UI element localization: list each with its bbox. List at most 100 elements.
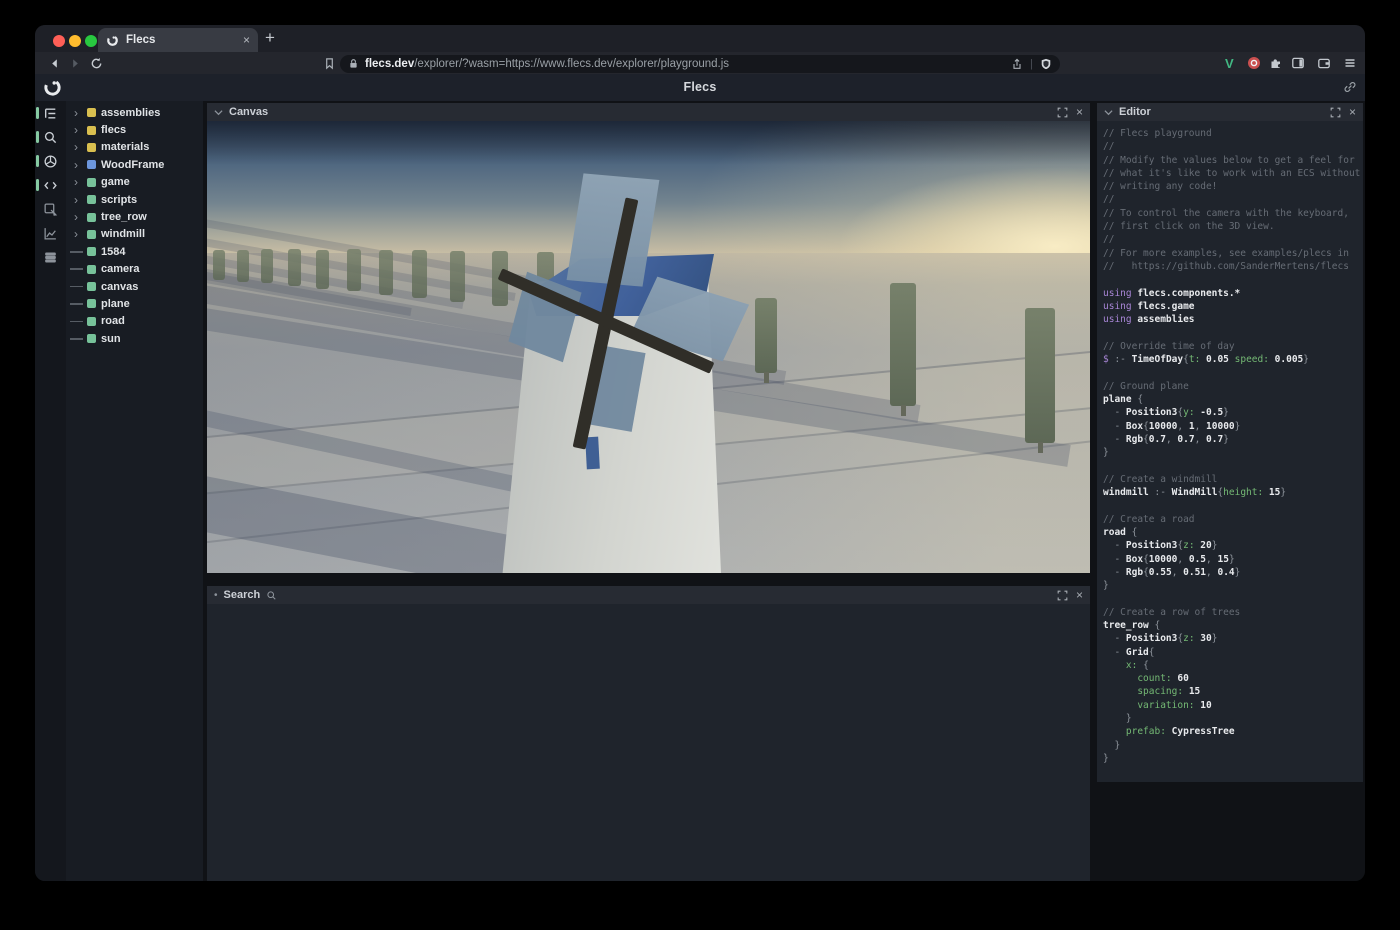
entity-color-swatch: [87, 265, 96, 274]
tree-item-label: scripts: [101, 194, 137, 206]
forward-icon[interactable]: [69, 57, 82, 70]
cypress-tree: [347, 249, 361, 291]
bookmark-sidebar-icon[interactable]: [323, 57, 336, 70]
entity-color-swatch: [87, 195, 96, 204]
vue-devtools-icon[interactable]: V: [1225, 56, 1234, 71]
tree-item-label: materials: [101, 141, 149, 153]
close-icon[interactable]: ×: [1076, 589, 1083, 601]
tree-item-WoodFrame[interactable]: ›WoodFrame: [66, 156, 203, 173]
active-indicator: [36, 155, 39, 167]
tree-item-road[interactable]: road: [66, 313, 203, 330]
url-text: flecs.dev/explorer/?wasm=https://www.fle…: [365, 58, 729, 70]
expand-chevron-icon[interactable]: ›: [70, 212, 82, 222]
close-window-button[interactable]: [53, 35, 65, 47]
urlbar-separator: |: [1030, 58, 1033, 70]
tree-item-scripts[interactable]: › scripts: [66, 191, 203, 208]
side-panel-icon[interactable]: [1291, 56, 1305, 70]
expand-chevron-icon[interactable]: ›: [70, 125, 82, 135]
chevron-down-icon[interactable]: [1104, 109, 1113, 116]
tree-item-tree_row[interactable]: ›tree_row: [66, 208, 203, 225]
tree-item-sun[interactable]: sun: [66, 330, 203, 347]
expand-chevron-icon[interactable]: ›: [70, 160, 82, 170]
tree-item-flecs[interactable]: › flecs: [66, 121, 203, 138]
tree-item-materials[interactable]: › materials: [66, 139, 203, 156]
tree-item-label: road: [101, 315, 125, 327]
cypress-tree: [288, 249, 301, 286]
cypress-tree: [213, 250, 225, 280]
tree-item-label: windmill: [101, 228, 145, 240]
search-panel-header[interactable]: • Search ×: [207, 586, 1090, 604]
expand-icon[interactable]: [1057, 107, 1068, 118]
tab-title: Flecs: [126, 34, 236, 46]
brave-shield-icon[interactable]: [1040, 58, 1052, 70]
scene-tool-icon[interactable]: [35, 149, 66, 173]
search-panel-body[interactable]: [207, 604, 1090, 881]
editor-panel-title: Editor: [1119, 106, 1151, 118]
expand-chevron-icon[interactable]: ›: [70, 177, 82, 187]
entity-color-swatch: [87, 108, 96, 117]
cypress-tree: [237, 250, 249, 282]
extensions-puzzle-icon[interactable]: [1269, 56, 1283, 70]
cypress-tree: [316, 250, 329, 289]
tree-item-windmill[interactable]: › windmill: [66, 226, 203, 243]
canvas-3d-view[interactable]: [207, 121, 1090, 573]
wallet-icon[interactable]: [1317, 56, 1331, 70]
tree-item-assemblies[interactable]: ›assemblies: [66, 104, 203, 121]
zoom-window-button[interactable]: [85, 35, 97, 47]
entity-color-swatch: [87, 230, 96, 239]
windmill-door: [585, 437, 600, 470]
search-panel-title: Search: [224, 589, 261, 601]
minimize-window-button[interactable]: [69, 35, 81, 47]
editor-panel-header[interactable]: Editor ×: [1097, 103, 1363, 121]
tree-item-camera[interactable]: camera: [66, 261, 203, 278]
expand-icon[interactable]: [1330, 107, 1341, 118]
cypress-tree: [1025, 308, 1055, 443]
close-icon[interactable]: ×: [1076, 106, 1083, 118]
entity-tree: ›assemblies›flecs›materials›WoodFrame›ga…: [66, 101, 203, 881]
expand-chevron-icon[interactable]: ›: [70, 229, 82, 239]
code-tool-icon[interactable]: [35, 173, 66, 197]
expand-chevron-icon[interactable]: ›: [70, 195, 82, 205]
browser-tab[interactable]: Flecs ×: [98, 28, 258, 52]
expand-icon[interactable]: [1057, 590, 1068, 601]
expand-chevron-icon[interactable]: ›: [70, 108, 82, 118]
search-tool-icon[interactable]: [35, 125, 66, 149]
tree-item-plane[interactable]: plane: [66, 295, 203, 312]
flecs-favicon: [106, 34, 119, 47]
inspect-tool-icon[interactable]: [35, 197, 66, 221]
back-icon[interactable]: [48, 57, 61, 70]
tree-item-game[interactable]: › game: [66, 174, 203, 191]
entity-color-swatch: [87, 334, 96, 343]
stats-tool-icon[interactable]: [35, 221, 66, 245]
scene-windmill: [487, 151, 747, 573]
expand-chevron-icon[interactable]: ›: [70, 142, 82, 152]
menu-hamburger-icon[interactable]: [1343, 56, 1357, 70]
share-icon[interactable]: [1011, 58, 1023, 70]
cypress-tree: [379, 250, 393, 295]
main-content: ›assemblies›flecs›materials›WoodFrame›ga…: [35, 101, 1365, 881]
chevron-down-icon[interactable]: [214, 109, 223, 116]
editor-code[interactable]: // Flecs playground//// Modify the value…: [1097, 121, 1363, 782]
logs-tool-icon[interactable]: [35, 245, 66, 269]
tree-item-label: game: [101, 176, 130, 188]
tab-close-icon[interactable]: ×: [243, 33, 250, 47]
red-extension-icon[interactable]: [1247, 56, 1261, 70]
outliner-tool-icon[interactable]: [35, 101, 66, 125]
leaf-dash-icon: [70, 303, 83, 305]
tool-sidebar: [35, 101, 66, 881]
reload-icon[interactable]: [90, 57, 103, 70]
tree-item-canvas[interactable]: canvas: [66, 278, 203, 295]
tree-item-1584[interactable]: 1584: [66, 243, 203, 260]
page-title: Flecs: [35, 80, 1365, 94]
active-indicator: [36, 107, 39, 119]
new-tab-button[interactable]: +: [265, 28, 275, 48]
url-bar[interactable]: flecs.dev/explorer/?wasm=https://www.fle…: [340, 55, 1060, 73]
tree-trunk: [901, 405, 906, 416]
tree-item-label: flecs: [101, 124, 126, 136]
share-link-icon[interactable]: [1343, 80, 1357, 94]
entity-color-swatch: [87, 247, 96, 256]
canvas-panel-header[interactable]: Canvas ×: [207, 103, 1090, 121]
close-icon[interactable]: ×: [1349, 106, 1356, 118]
leaf-dash-icon: [70, 251, 83, 253]
scene-3d: [207, 121, 1090, 573]
